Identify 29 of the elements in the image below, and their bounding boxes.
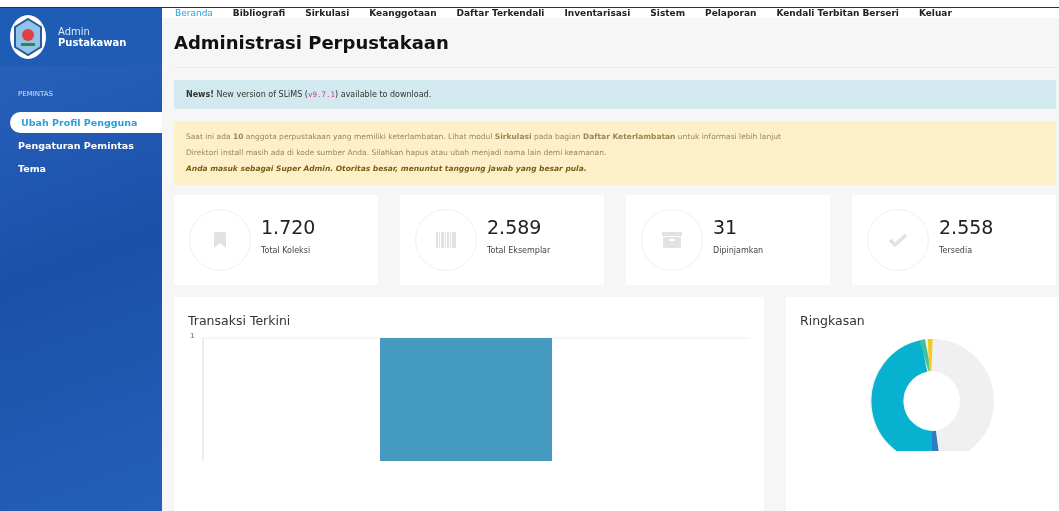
- nav-tab[interactable]: Sirkulasi: [305, 8, 350, 18]
- nav-tab[interactable]: Keluar: [918, 8, 952, 18]
- nav-tab[interactable]: Sistem: [650, 8, 686, 18]
- page-title: Administrasi Perpustakaan: [174, 18, 1056, 68]
- stat-value: 31: [713, 215, 739, 238]
- nav-tab[interactable]: Bibliografi: [232, 8, 286, 18]
- nav-tab[interactable]: Daftar Terkendali: [456, 8, 545, 18]
- nav-tab[interactable]: Kendali Terbitan Berseri: [776, 8, 899, 18]
- stat-value: 2.589: [487, 215, 543, 238]
- nav-tab[interactable]: Inventarisasi: [564, 8, 631, 18]
- card-title: Transaksi Terkini: [188, 313, 292, 328]
- archive-box-icon: [662, 232, 682, 248]
- library-logo-icon: [10, 15, 46, 59]
- nav-tab[interactable]: Keanggotaan: [369, 8, 437, 18]
- stat-label: Dipinjamkan: [713, 245, 764, 255]
- bookmark-icon: [214, 232, 226, 248]
- sidebar-item[interactable]: Tema: [0, 158, 162, 179]
- barcode-icon: [436, 232, 456, 248]
- stat-value: 1.720: [261, 215, 316, 238]
- checkmark-icon: [889, 233, 907, 247]
- card-title: Ringkasan: [800, 313, 866, 328]
- stat-label: Tersedia: [939, 245, 974, 255]
- sidebar-item[interactable]: Pengaturan Pemintas: [0, 135, 162, 156]
- stat-label: Total Eksemplar: [487, 245, 551, 255]
- stat-value: 2.558: [939, 215, 994, 238]
- user-name: Pustakawan: [58, 37, 127, 48]
- nav-tab[interactable]: Pelaporan: [705, 8, 757, 18]
- user-role: Admin: [58, 26, 91, 37]
- stat-label: Total Koleksi: [261, 245, 312, 255]
